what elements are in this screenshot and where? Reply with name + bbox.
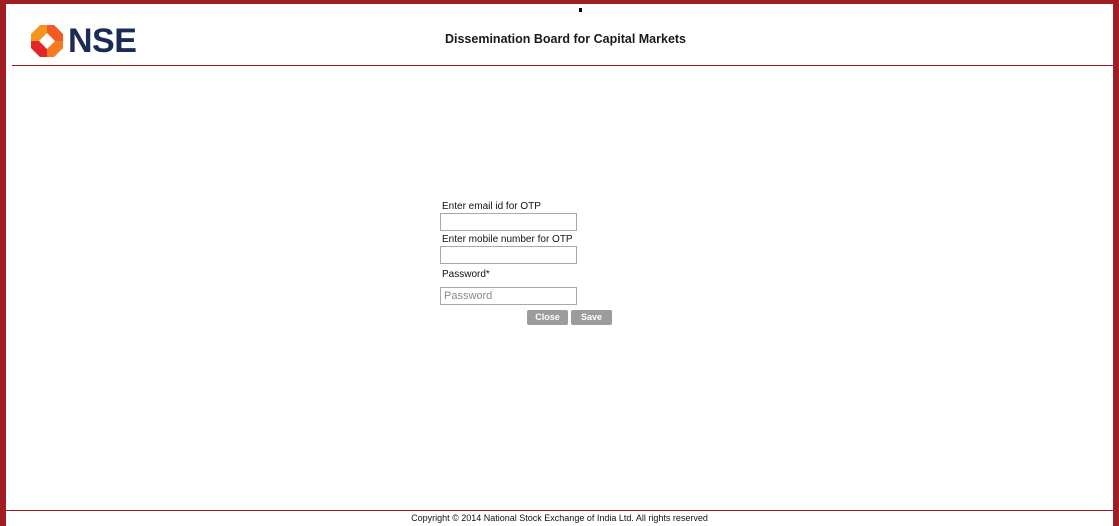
email-field[interactable]: [440, 213, 577, 231]
password-field[interactable]: [440, 287, 577, 305]
save-button[interactable]: Save: [571, 310, 612, 325]
otp-form: Enter email id for OTP Enter mobile numb…: [440, 200, 620, 325]
page-title: Dissemination Board for Capital Markets: [444, 32, 687, 46]
copyright-text: Copyright © 2014 National Stock Exchange…: [411, 513, 708, 523]
header: NSE Dissemination Board for Capital Mark…: [12, 8, 1119, 66]
password-label: Password*: [442, 269, 490, 280]
mobile-label: Enter mobile number for OTP: [442, 234, 573, 245]
mobile-field[interactable]: [440, 246, 577, 264]
footer-divider: [6, 510, 1113, 511]
close-button[interactable]: Close: [527, 310, 568, 325]
email-label: Enter email id for OTP: [442, 201, 541, 212]
page-frame: NSE Dissemination Board for Capital Mark…: [0, 0, 1119, 526]
